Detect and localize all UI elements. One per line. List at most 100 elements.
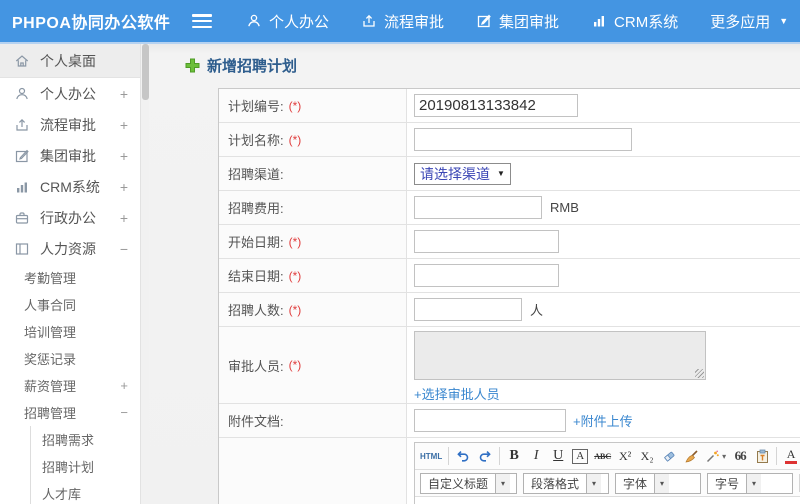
sidebar-item-hr-contract[interactable]: 人事合同 — [0, 291, 140, 318]
sidebar-item-attendance[interactable]: 考勤管理 — [0, 264, 140, 291]
expand-plus-icon[interactable]: + — [120, 210, 128, 226]
scrollbar-thumb[interactable] — [142, 44, 149, 100]
nav-group-approval[interactable]: 集团审批 — [476, 11, 559, 32]
sidebar-item-rewards[interactable]: 奖惩记录 — [0, 345, 140, 372]
format-brush-icon[interactable] — [683, 447, 699, 466]
channel-select-value: 请选择渠道 — [420, 165, 490, 182]
expand-plus-icon[interactable]: + — [120, 378, 128, 393]
attachment-input[interactable] — [414, 409, 566, 432]
sub-sub-item-label: 招聘计划 — [42, 460, 95, 475]
paragraph-format-dropdown[interactable]: 段落格式 ▾ — [523, 472, 609, 494]
sidebar-item-crm[interactable]: CRM系统 + — [0, 171, 140, 202]
resize-grip-icon[interactable] — [695, 369, 704, 378]
sidebar-item-training[interactable]: 培训管理 — [0, 318, 140, 345]
nav-crm[interactable]: CRM系统 — [591, 11, 678, 32]
fee-input[interactable] — [414, 196, 542, 219]
sidebar-item-desktop[interactable]: 个人桌面 — [0, 44, 140, 78]
sidebar-item-group-approval[interactable]: 集团审批 + — [0, 140, 140, 171]
subscript-button[interactable]: X₂ — [639, 447, 655, 466]
collapse-minus-icon[interactable]: − — [120, 241, 128, 257]
sidebar-item-label: 人力资源 — [40, 240, 96, 257]
sidebar-item-salary[interactable]: 薪资管理 + — [0, 372, 140, 399]
plan-no-input[interactable] — [414, 94, 578, 117]
sidebar-scrollbar[interactable] — [140, 44, 149, 504]
sub-item-label: 招聘管理 — [24, 406, 77, 421]
approvers-textarea[interactable] — [414, 331, 706, 380]
editor-content-area[interactable] — [415, 497, 800, 504]
sidebar-item-recruit-demand[interactable]: 招聘需求 — [31, 426, 140, 453]
sidebar-item-label: 流程审批 — [40, 116, 96, 133]
select-approvers-link[interactable]: +选择审批人员 — [414, 384, 500, 403]
start-date-input[interactable] — [414, 230, 559, 253]
expand-plus-icon[interactable]: + — [120, 86, 128, 102]
sidebar-item-label: 个人桌面 — [40, 52, 96, 69]
menu-toggle-icon[interactable] — [192, 14, 212, 28]
field-label: 计划编号: — [228, 99, 284, 114]
underline-button[interactable]: U — [550, 447, 566, 466]
sidebar-item-hr[interactable]: 人力资源 − — [0, 233, 140, 264]
recruit-submenu: 招聘需求 招聘计划 人才库 — [30, 426, 140, 504]
expand-plus-icon[interactable]: + — [120, 148, 128, 164]
nav-label: CRM系统 — [614, 13, 679, 31]
sidebar-item-recruit-plan[interactable]: 招聘计划 — [31, 453, 140, 480]
nav-personal-office[interactable]: 个人办公 — [246, 11, 329, 32]
font-border-button[interactable]: A — [572, 448, 589, 464]
sidebar-item-admin-office[interactable]: 行政办公 + — [0, 202, 140, 233]
paste-clipboard-icon[interactable] — [754, 447, 770, 466]
dropdown-label: 字号 — [715, 476, 740, 491]
main-content: 新增招聘计划 计划编号: (*) 计划名称: (*) 招聘渠道: — [149, 44, 800, 504]
font-color-button[interactable]: A — [783, 447, 799, 466]
expand-plus-icon[interactable]: + — [120, 179, 128, 195]
collapse-minus-icon[interactable]: − — [120, 405, 128, 420]
caret-down-icon: ▾ — [495, 473, 511, 493]
field-label: 开始日期: — [228, 235, 284, 250]
nav-more-apps[interactable]: 更多应用 ▼ — [710, 11, 788, 32]
chart-icon — [591, 13, 607, 29]
font-size-dropdown[interactable]: 字号 ▾ — [707, 472, 793, 494]
sidebar-item-label: 行政办公 — [40, 209, 96, 226]
form-row-editor: HTML B I U A ABC X² X₂ ▾ 66 A 自定义标题 ▾ 段落… — [219, 438, 800, 504]
sidebar-item-flow-approval[interactable]: 流程审批 + — [0, 109, 140, 140]
superscript-button[interactable]: X² — [617, 447, 633, 466]
redo-icon[interactable] — [477, 447, 493, 466]
required-mark: (*) — [288, 268, 302, 283]
required-mark: (*) — [288, 132, 302, 147]
eraser-icon[interactable] — [661, 447, 677, 466]
flow-icon — [361, 13, 377, 29]
flow-icon — [14, 116, 31, 133]
undo-icon[interactable] — [455, 447, 471, 466]
attachment-upload-link[interactable]: +附件上传 — [573, 411, 633, 430]
rich-text-editor: HTML B I U A ABC X² X₂ ▾ 66 A 自定义标题 ▾ 段落… — [414, 442, 800, 504]
field-label: 审批人员: — [228, 358, 284, 374]
form-row-headcount: 招聘人数: (*) 人 — [219, 293, 800, 327]
required-mark: (*) — [288, 98, 302, 113]
bold-button[interactable]: B — [506, 447, 522, 466]
form-row-end-date: 结束日期: (*) — [219, 259, 800, 293]
strikethrough-button[interactable]: ABC — [594, 447, 611, 466]
sidebar-item-label: CRM系统 — [40, 178, 100, 195]
caret-down-icon: ▾ — [746, 473, 762, 493]
sub-item-label: 人事合同 — [24, 298, 77, 313]
end-date-input[interactable] — [414, 264, 559, 287]
plan-name-input[interactable] — [414, 128, 632, 151]
dropdown-label: 字体 — [623, 476, 648, 491]
plus-icon — [185, 58, 200, 73]
nav-flow-approval[interactable]: 流程审批 — [361, 11, 444, 32]
blockquote-button[interactable]: 66 — [732, 447, 748, 466]
auto-typeset-icon[interactable]: ▾ — [705, 447, 726, 466]
font-family-dropdown[interactable]: 字体 ▾ — [615, 472, 701, 494]
custom-title-dropdown[interactable]: 自定义标题 ▾ — [420, 472, 517, 494]
sidebar-item-talent-pool[interactable]: 人才库 — [31, 480, 140, 504]
nav-label: 集团审批 — [499, 13, 560, 31]
expand-plus-icon[interactable]: + — [120, 117, 128, 133]
sidebar-item-recruit-mgmt[interactable]: 招聘管理 − — [0, 399, 140, 426]
edit-icon — [14, 147, 31, 164]
caret-down-icon: ▾ — [654, 473, 670, 493]
sidebar-item-personal-office[interactable]: 个人办公 + — [0, 78, 140, 109]
italic-button[interactable]: I — [528, 447, 544, 466]
book-icon — [14, 240, 31, 257]
channel-select[interactable]: 请选择渠道 ▼ — [414, 162, 511, 185]
headcount-input[interactable] — [414, 298, 522, 321]
sub-item-label: 考勤管理 — [24, 271, 77, 286]
html-source-button[interactable]: HTML — [420, 447, 442, 466]
